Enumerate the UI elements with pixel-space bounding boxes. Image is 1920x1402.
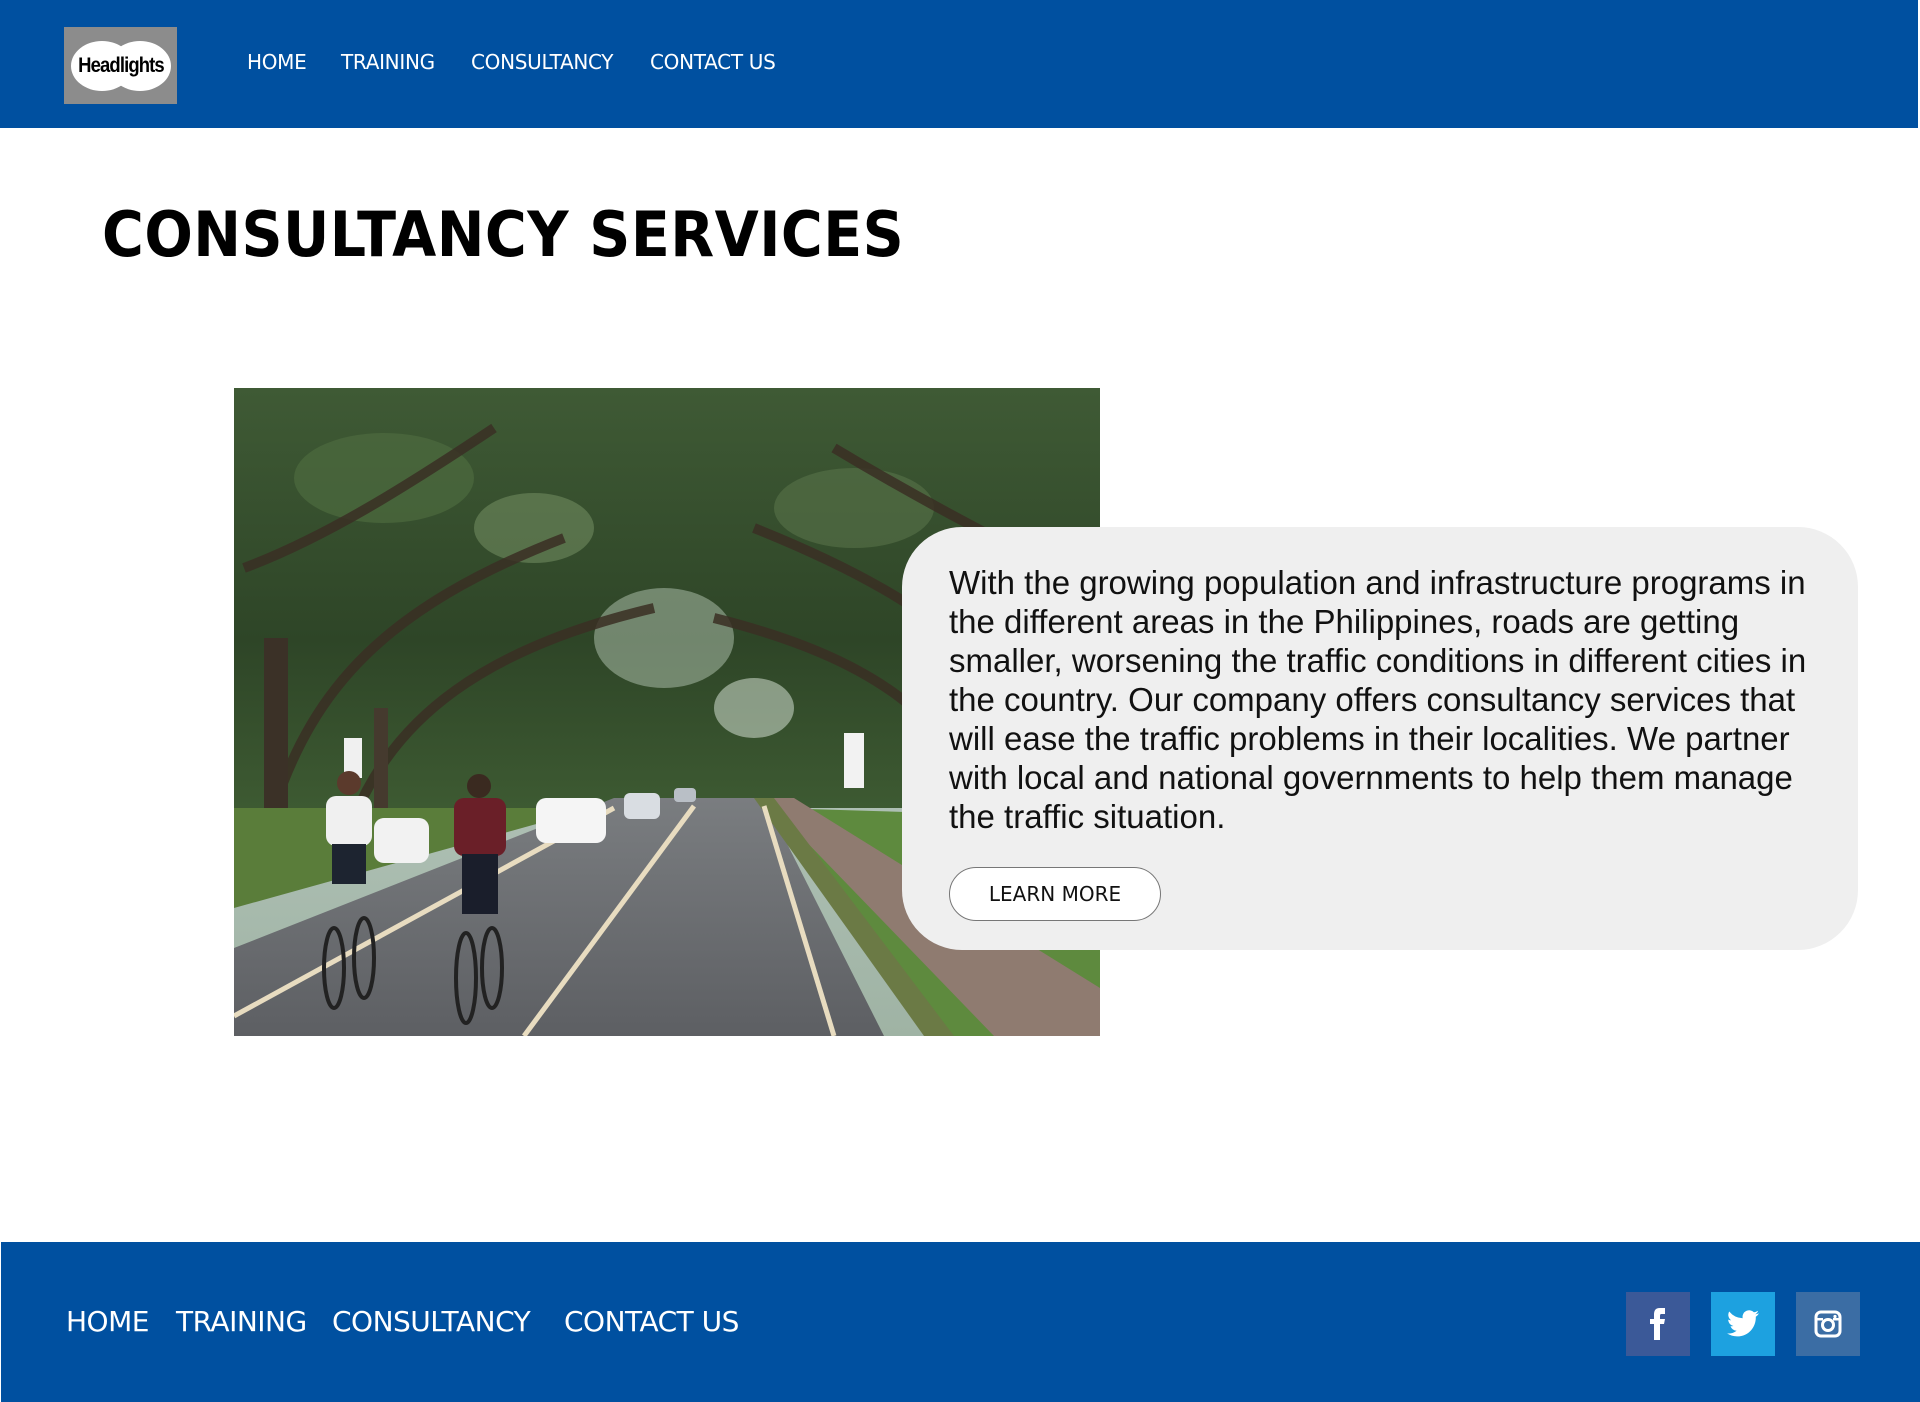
twitter-button[interactable]	[1711, 1292, 1775, 1356]
footer-nav-training[interactable]: TRAINING	[176, 1305, 307, 1338]
nav-home[interactable]: HOME	[247, 50, 307, 74]
facebook-button[interactable]	[1626, 1292, 1690, 1356]
logo-text: Headlights	[77, 53, 165, 77]
card-description: With the growing population and infrastr…	[949, 564, 1807, 835]
footer-nav-home[interactable]: HOME	[66, 1305, 149, 1338]
info-card: With the growing population and infrastr…	[902, 527, 1858, 950]
logo-badge: Headlights	[70, 40, 171, 91]
footer: HOME TRAINING CONSULTANCY CONTACT US	[1, 1242, 1920, 1402]
twitter-icon	[1727, 1310, 1759, 1337]
footer-nav-contact-us[interactable]: CONTACT US	[564, 1305, 739, 1338]
footer-nav-consultancy[interactable]: CONSULTANCY	[332, 1305, 531, 1338]
page: Headlights HOME TRAINING CONSULTANCY CON…	[0, 0, 1920, 1402]
page-title: CONSULTANCY SERVICES	[102, 198, 905, 271]
nav-training[interactable]: TRAINING	[341, 50, 435, 74]
top-navbar: Headlights HOME TRAINING CONSULTANCY CON…	[0, 0, 1918, 128]
logo[interactable]: Headlights	[64, 27, 177, 104]
facebook-icon	[1650, 1308, 1665, 1340]
nav-consultancy[interactable]: CONSULTANCY	[471, 50, 614, 74]
learn-more-button[interactable]: LEARN MORE	[949, 867, 1161, 921]
instagram-icon	[1814, 1310, 1842, 1338]
instagram-button[interactable]	[1796, 1292, 1860, 1356]
nav-contact-us[interactable]: CONTACT US	[650, 50, 776, 74]
